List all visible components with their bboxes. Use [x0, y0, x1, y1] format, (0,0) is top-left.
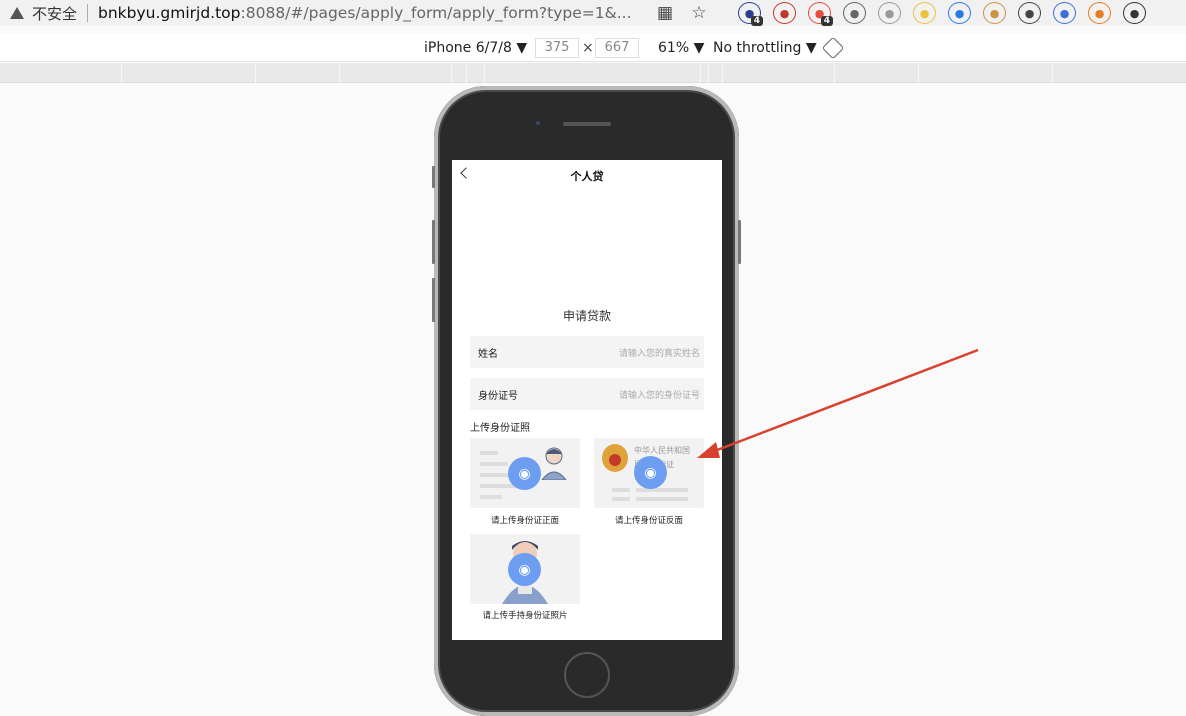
- annotation-arrow: [697, 348, 979, 458]
